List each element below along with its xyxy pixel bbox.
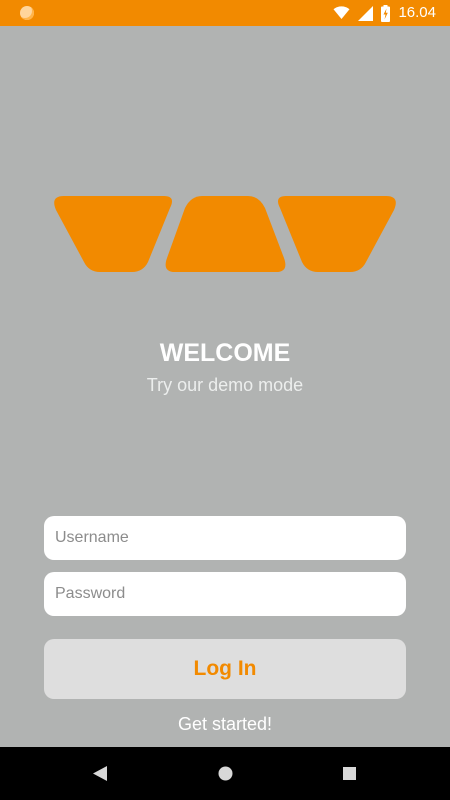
logo-middle-wedge — [165, 196, 286, 272]
battery-charging-icon — [381, 4, 391, 22]
status-time: 16.04 — [398, 4, 436, 21]
wedge-logo — [54, 196, 396, 274]
get-started-link[interactable]: Get started! — [0, 712, 450, 736]
notification-dot-icon — [20, 6, 34, 20]
welcome-title: WELCOME — [159, 339, 291, 367]
home-icon — [218, 766, 232, 781]
welcome-subtitle: Try our demo mode — [146, 375, 304, 395]
logo-left-wedge — [54, 196, 173, 272]
wifi-icon — [333, 6, 350, 20]
login-button[interactable]: Log In — [44, 639, 406, 699]
password-input[interactable] — [44, 572, 406, 616]
recents-button[interactable] — [319, 747, 379, 800]
back-button[interactable] — [70, 747, 130, 800]
signal-icon — [358, 5, 374, 21]
logo-right-wedge — [278, 196, 396, 272]
username-input[interactable] — [44, 516, 406, 560]
recents-icon — [342, 767, 356, 780]
navigation-bar — [0, 747, 450, 800]
back-icon — [93, 766, 107, 781]
home-button[interactable] — [195, 747, 255, 800]
status-icons: 16.04 — [333, 4, 436, 22]
status-bar: 16.04 — [0, 0, 450, 26]
